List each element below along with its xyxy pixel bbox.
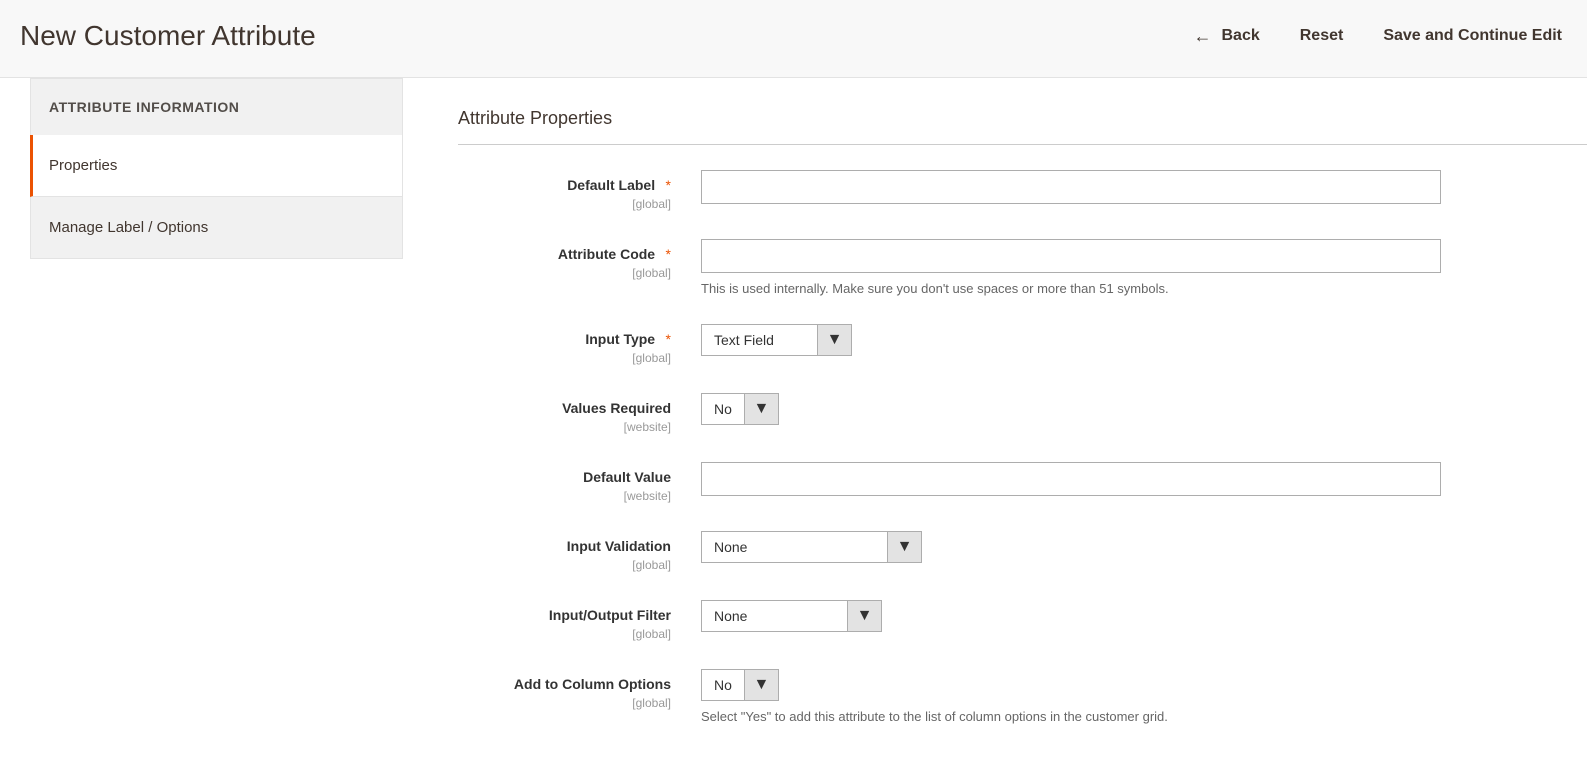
page-header: New Customer Attribute ← Back Reset Save…	[0, 0, 1587, 78]
input-col	[701, 170, 1587, 204]
label-col: Default Value [website]	[458, 462, 701, 503]
sidebar-item-manage-label[interactable]: Manage Label / Options	[30, 197, 403, 259]
field-label: Default Value	[583, 469, 671, 485]
scope-label: [global]	[458, 266, 671, 280]
required-mark: *	[666, 177, 671, 193]
help-text: This is used internally. Make sure you d…	[701, 281, 1587, 296]
sidebar-item-label: Manage Label / Options	[49, 219, 208, 236]
back-label: Back	[1221, 27, 1259, 45]
row-values-required: Values Required [website] No ▼	[458, 393, 1587, 434]
label-col: Default Label * [global]	[458, 170, 701, 211]
input-col: None ▼	[701, 531, 1587, 563]
required-mark: *	[666, 246, 671, 262]
section-title: Attribute Properties	[458, 108, 1587, 145]
chevron-down-icon: ▼	[847, 601, 881, 631]
row-add-column: Add to Column Options [global] No ▼ Sele…	[458, 669, 1587, 724]
arrow-left-icon: ←	[1193, 26, 1211, 47]
row-io-filter: Input/Output Filter [global] None ▼	[458, 600, 1587, 641]
row-default-label: Default Label * [global]	[458, 170, 1587, 211]
input-type-select[interactable]: Text Field ▼	[701, 324, 852, 356]
sidebar: ATTRIBUTE INFORMATION Properties Manage …	[0, 78, 403, 782]
label-col: Values Required [website]	[458, 393, 701, 434]
scope-label: [website]	[458, 420, 671, 434]
help-text: Select "Yes" to add this attribute to th…	[701, 709, 1587, 724]
scope-label: [global]	[458, 351, 671, 365]
save-continue-button[interactable]: Save and Continue Edit	[1383, 27, 1562, 45]
label-col: Input Type * [global]	[458, 324, 701, 365]
input-col: Text Field ▼	[701, 324, 1587, 356]
field-label: Input Type	[585, 331, 655, 347]
input-validation-select[interactable]: None ▼	[701, 531, 922, 563]
default-value-input[interactable]	[701, 462, 1441, 496]
select-value: None	[702, 532, 887, 562]
field-label: Add to Column Options	[514, 676, 671, 692]
scope-label: [website]	[458, 489, 671, 503]
field-label: Default Label	[567, 177, 655, 193]
sidebar-item-label: Properties	[49, 157, 117, 174]
select-value: No	[702, 670, 744, 700]
default-label-input[interactable]	[701, 170, 1441, 204]
field-label: Values Required	[562, 400, 671, 416]
main-panel: Attribute Properties Default Label * [gl…	[403, 78, 1587, 782]
reset-button[interactable]: Reset	[1300, 27, 1344, 45]
input-col: No ▼	[701, 393, 1587, 425]
page-title: New Customer Attribute	[20, 20, 316, 52]
label-col: Attribute Code * [global]	[458, 239, 701, 280]
field-label: Attribute Code	[558, 246, 655, 262]
attribute-code-input[interactable]	[701, 239, 1441, 273]
row-attribute-code: Attribute Code * [global] This is used i…	[458, 239, 1587, 296]
io-filter-select[interactable]: None ▼	[701, 600, 882, 632]
sidebar-title: ATTRIBUTE INFORMATION	[30, 78, 403, 135]
input-col: No ▼ Select "Yes" to add this attribute …	[701, 669, 1587, 724]
chevron-down-icon: ▼	[817, 325, 851, 355]
content-area: ATTRIBUTE INFORMATION Properties Manage …	[0, 78, 1587, 782]
scope-label: [global]	[458, 627, 671, 641]
scope-label: [global]	[458, 197, 671, 211]
select-value: No	[702, 394, 744, 424]
sidebar-item-properties[interactable]: Properties	[30, 135, 403, 197]
select-value: Text Field	[702, 325, 817, 355]
chevron-down-icon: ▼	[744, 670, 778, 700]
row-input-type: Input Type * [global] Text Field ▼	[458, 324, 1587, 365]
values-required-select[interactable]: No ▼	[701, 393, 779, 425]
required-mark: *	[666, 331, 671, 347]
row-default-value: Default Value [website]	[458, 462, 1587, 503]
add-column-select[interactable]: No ▼	[701, 669, 779, 701]
field-label: Input/Output Filter	[549, 607, 671, 623]
select-value: None	[702, 601, 847, 631]
input-col	[701, 462, 1587, 496]
header-actions: ← Back Reset Save and Continue Edit	[1193, 26, 1562, 47]
label-col: Add to Column Options [global]	[458, 669, 701, 710]
back-button[interactable]: ← Back	[1193, 26, 1259, 47]
chevron-down-icon: ▼	[744, 394, 778, 424]
chevron-down-icon: ▼	[887, 532, 921, 562]
field-label: Input Validation	[567, 538, 671, 554]
scope-label: [global]	[458, 558, 671, 572]
input-col: This is used internally. Make sure you d…	[701, 239, 1587, 296]
label-col: Input/Output Filter [global]	[458, 600, 701, 641]
label-col: Input Validation [global]	[458, 531, 701, 572]
scope-label: [global]	[458, 696, 671, 710]
row-input-validation: Input Validation [global] None ▼	[458, 531, 1587, 572]
input-col: None ▼	[701, 600, 1587, 632]
